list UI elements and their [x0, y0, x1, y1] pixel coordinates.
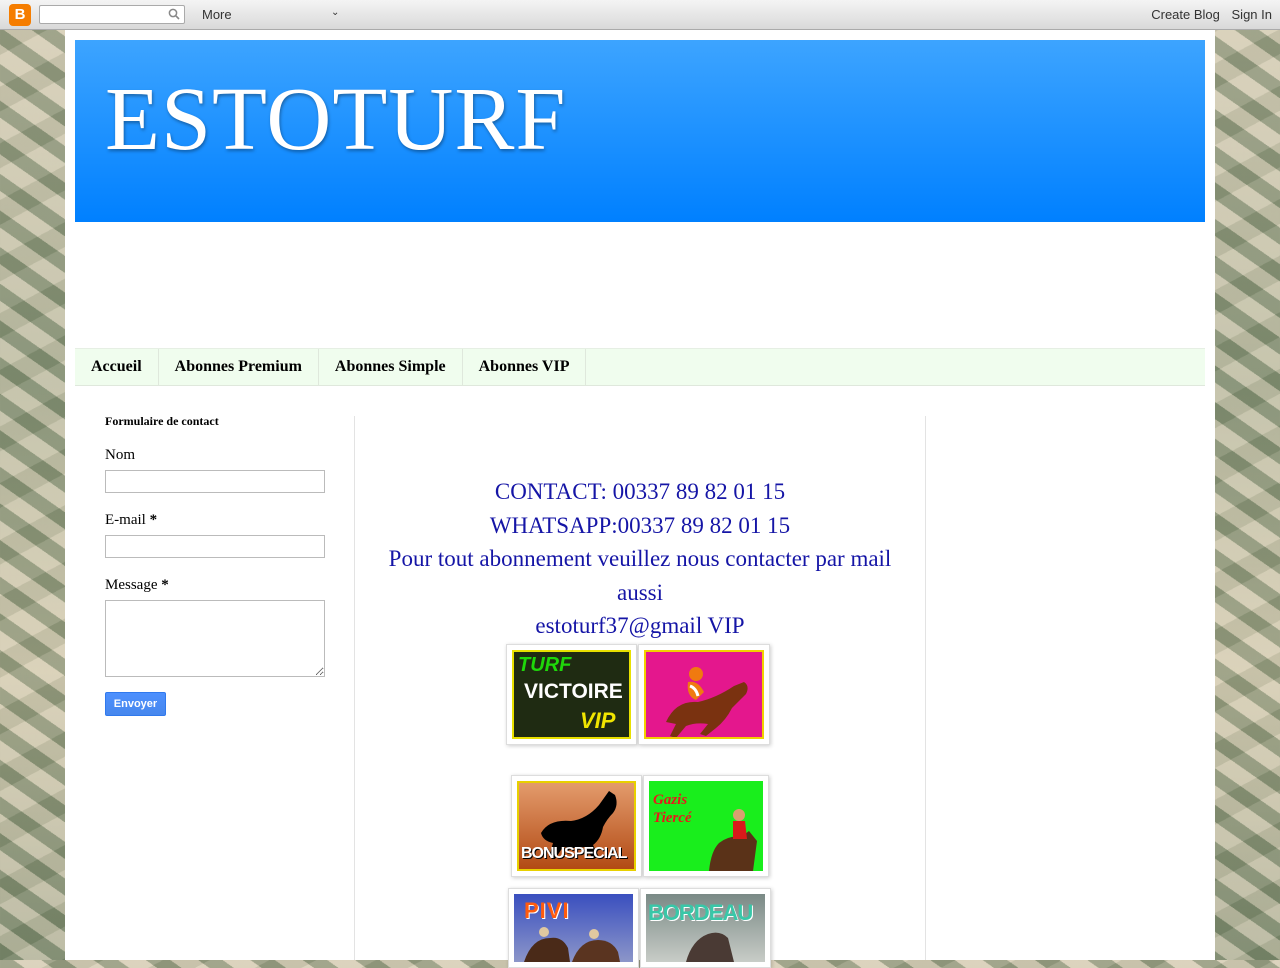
pivi-banner[interactable]: PIVI	[508, 888, 639, 968]
blog-header: ESTOTURF	[75, 40, 1205, 222]
blog-title[interactable]: ESTOTURF	[105, 68, 566, 171]
tab-abonnes-simple[interactable]: Abonnes Simple	[319, 349, 463, 385]
bonuspecial-banner[interactable]: BONUSPECIAL	[511, 775, 642, 877]
banner-text-bonuspecial: BONUSPECIAL	[521, 845, 627, 862]
blogger-logo-icon[interactable]: B	[9, 4, 31, 26]
tab-accueil[interactable]: Accueil	[75, 349, 159, 385]
banner-text-vip: VIP	[580, 708, 616, 733]
horse-rider-icon	[709, 809, 757, 871]
tab-abonnes-premium[interactable]: Abonnes Premium	[159, 349, 319, 385]
blog-page: ESTOTURF Accueil Abonnes Premium Abonnes…	[65, 30, 1215, 968]
name-label: Nom	[105, 447, 345, 464]
navbar-links: Create Blog Sign In	[1143, 7, 1272, 22]
sign-in-link[interactable]: Sign In	[1232, 7, 1272, 22]
contact-email: estoturf37@gmail VIP	[535, 613, 745, 638]
message-textarea[interactable]	[105, 600, 325, 677]
banner-text-turf: TURF	[518, 654, 572, 676]
email-input[interactable]	[105, 535, 325, 558]
email-required-mark: *	[149, 512, 158, 528]
turf-victoire-vip-banner[interactable]: TURF VICTOIRE VIP	[506, 644, 637, 745]
column-divider-left	[354, 416, 355, 960]
contact-form-title: Formulaire de contact	[105, 414, 219, 428]
email-label-text: E-mail	[105, 512, 146, 528]
contact-whatsapp: WHATSAPP:00337 89 82 01 15	[489, 512, 791, 538]
message-label-text: Message	[105, 577, 158, 593]
banner-text-victoire: VICTOIRE	[524, 680, 623, 703]
create-blog-link[interactable]: Create Blog	[1151, 7, 1220, 22]
blogger-navbar: B More ⌄ Create Blog Sign In	[0, 0, 1280, 30]
message-label: Message *	[105, 577, 345, 594]
name-label-text: Nom	[105, 447, 135, 463]
horse-head-icon	[686, 932, 734, 962]
tab-abonnes-vip[interactable]: Abonnes VIP	[463, 349, 587, 385]
name-input[interactable]	[105, 470, 325, 493]
jockey-banner[interactable]	[638, 644, 770, 745]
send-button[interactable]: Envoyer	[105, 692, 166, 716]
contact-info: CONTACT: 00337 89 82 01 15 WHATSAPP:0033…	[385, 475, 895, 643]
contact-phone: CONTACT: 00337 89 82 01 15	[494, 479, 786, 504]
gazette-tierce-banner[interactable]: Gazis Tiercé	[643, 775, 769, 877]
racing-horses-icon	[524, 927, 620, 962]
navbar-search-input[interactable]	[39, 5, 185, 24]
page-tabs: Accueil Abonnes Premium Abonnes Simple A…	[75, 348, 1205, 386]
search-icon[interactable]	[168, 8, 180, 20]
chevron-down-icon[interactable]: ⌄	[331, 7, 339, 18]
column-divider-right	[925, 416, 926, 960]
message-required-mark: *	[161, 577, 169, 593]
contact-form-widget: Formulaire de contact Nom E-mail * Messa…	[105, 414, 345, 716]
email-label: E-mail *	[105, 512, 345, 529]
bordeau-banner[interactable]: BORDEAU	[640, 888, 771, 968]
navbar-more-menu[interactable]: More	[202, 7, 232, 22]
horse-jockey-icon	[666, 667, 748, 737]
subscription-note: Pour tout abonnement veuillez nous conta…	[388, 546, 892, 605]
